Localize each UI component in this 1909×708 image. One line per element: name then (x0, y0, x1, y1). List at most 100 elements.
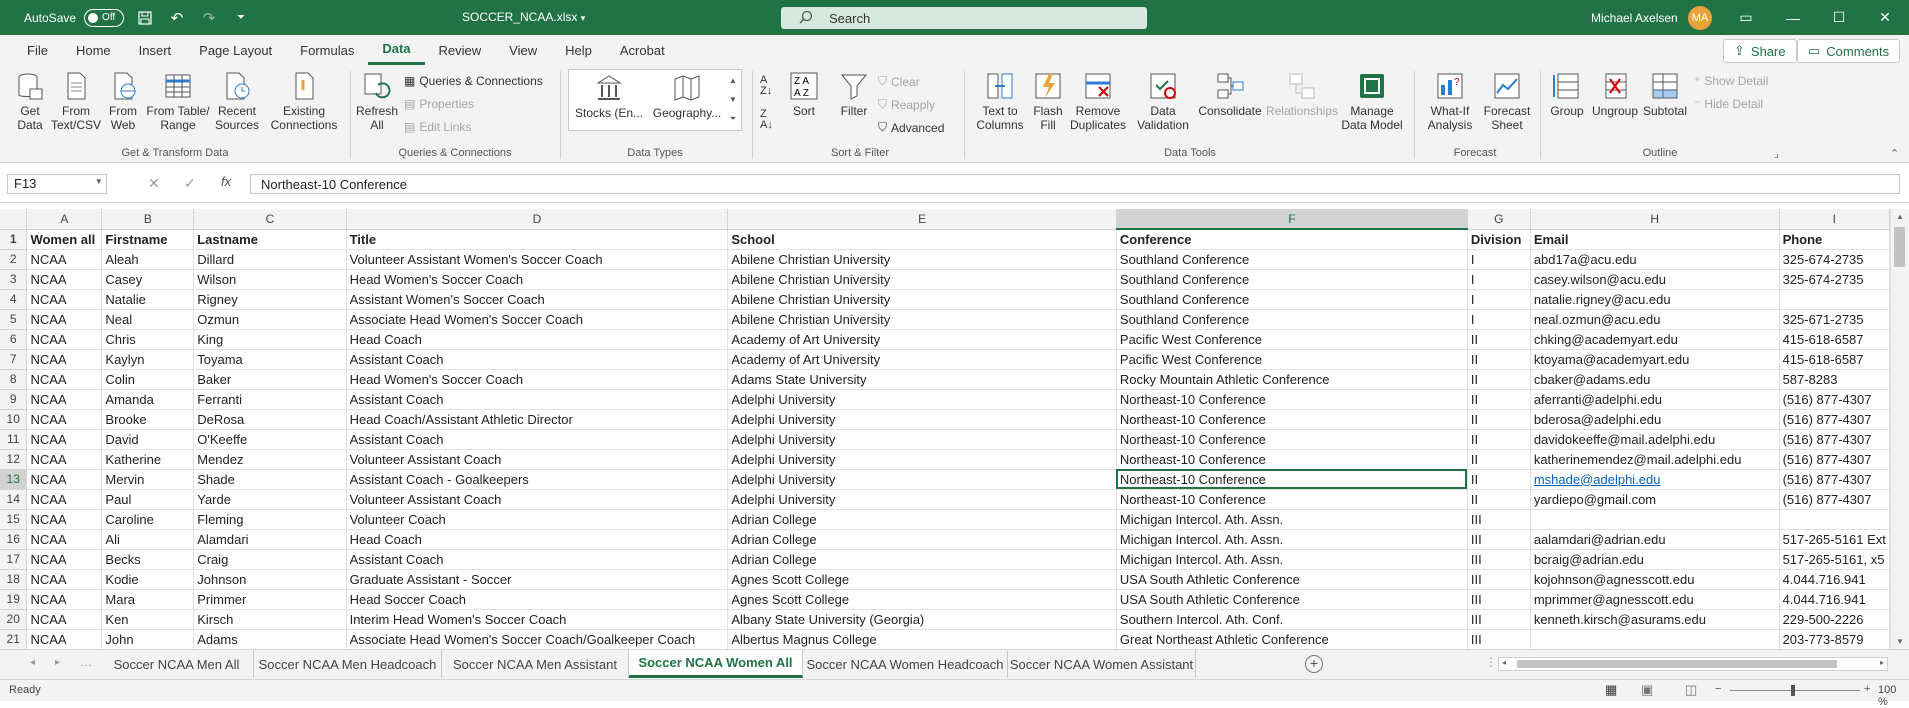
text-to-columns-button[interactable]: Text to Columns (974, 71, 1026, 132)
row-header[interactable]: 5 (0, 309, 28, 330)
ungroup-button[interactable]: Ungroup (1590, 71, 1640, 118)
row-header[interactable]: 13 (0, 469, 28, 490)
dialog-launcher-icon[interactable]: ⌟ (1774, 149, 1779, 160)
cell-e1[interactable]: School (727, 229, 1117, 250)
cell-c15[interactable]: Fleming (193, 509, 347, 530)
cell-f12[interactable]: Northeast-10 Conference (1116, 449, 1468, 470)
user-name[interactable]: Michael Axelsen (1591, 11, 1678, 25)
row-header[interactable]: 9 (0, 389, 28, 410)
cell-a14[interactable]: NCAA (26, 489, 103, 510)
cell-f6[interactable]: Pacific West Conference (1116, 329, 1468, 350)
zoom-level[interactable]: 100 % (1878, 684, 1909, 708)
cell-i9[interactable]: (516) 877-4307 (1779, 389, 1890, 410)
cell-c2[interactable]: Dillard (193, 249, 347, 270)
row-header[interactable]: 18 (0, 569, 28, 590)
cell-f19[interactable]: USA South Athletic Conference (1116, 589, 1468, 610)
scroll-thumb[interactable] (1517, 660, 1837, 668)
cell-e7[interactable]: Academy of Art University (727, 349, 1117, 370)
cell-d8[interactable]: Head Women's Soccer Coach (346, 369, 729, 390)
cell-g16[interactable]: III (1467, 529, 1531, 550)
cell-c9[interactable]: Ferranti (193, 389, 347, 410)
row-header[interactable]: 12 (0, 449, 28, 470)
cell-b4[interactable]: Natalie (101, 289, 195, 310)
gallery-scroll-icon[interactable]: ▲ ▼ ⏷ (727, 71, 739, 129)
cell-f10[interactable]: Northeast-10 Conference (1116, 409, 1468, 430)
cell-g15[interactable]: III (1467, 509, 1531, 530)
page-layout-view-icon[interactable]: ▣ (1641, 682, 1653, 698)
row-header[interactable]: 1 (0, 229, 28, 250)
cell-f3[interactable]: Southland Conference (1116, 269, 1468, 290)
cell-g2[interactable]: I (1467, 249, 1531, 270)
scroll-tabs-left-icon[interactable]: ◂ (30, 657, 35, 668)
cell-i4[interactable] (1779, 289, 1890, 310)
column-header-d[interactable]: D (346, 209, 729, 230)
cell-g1[interactable]: Division (1467, 229, 1531, 250)
cell-g21[interactable]: III (1467, 629, 1531, 649)
cell-f11[interactable]: Northeast-10 Conference (1116, 429, 1468, 450)
cell-b7[interactable]: Kaylyn (101, 349, 195, 370)
cell-h10[interactable]: bderosa@adelphi.edu (1530, 409, 1780, 430)
cell-e5[interactable]: Abilene Christian University (727, 309, 1117, 330)
cell-c12[interactable]: Mendez (193, 449, 347, 470)
column-header-f[interactable]: F (1116, 209, 1468, 230)
cell-b18[interactable]: Kodie (101, 569, 195, 590)
cell-b12[interactable]: Katherine (101, 449, 195, 470)
cell-a20[interactable]: NCAA (26, 609, 103, 630)
cell-b15[interactable]: Caroline (101, 509, 195, 530)
cell-a4[interactable]: NCAA (26, 289, 103, 310)
close-icon[interactable]: ✕ (1862, 0, 1908, 35)
tab-acrobat[interactable]: Acrobat (606, 35, 679, 65)
from-table-range-button[interactable]: From Table/ Range (145, 71, 211, 132)
cell-d18[interactable]: Graduate Assistant - Soccer (346, 569, 729, 590)
cell-f4[interactable]: Southland Conference (1116, 289, 1468, 310)
cell-h5[interactable]: neal.ozmun@acu.edu (1530, 309, 1780, 330)
column-header-a[interactable]: A (26, 209, 103, 230)
cell-c21[interactable]: Adams (193, 629, 347, 649)
more-tabs-icon[interactable]: … (80, 655, 92, 669)
column-header-i[interactable]: I (1779, 209, 1890, 230)
zoom-slider-thumb[interactable] (1791, 685, 1795, 696)
cell-f7[interactable]: Pacific West Conference (1116, 349, 1468, 370)
cell-g9[interactable]: II (1467, 389, 1531, 410)
cell-e11[interactable]: Adelphi University (727, 429, 1117, 450)
scroll-thumb[interactable] (1894, 227, 1905, 267)
cell-a21[interactable]: NCAA (26, 629, 103, 649)
cell-e13[interactable]: Adelphi University (727, 469, 1117, 490)
column-header-b[interactable]: B (101, 209, 195, 230)
cell-a2[interactable]: NCAA (26, 249, 103, 270)
cell-a16[interactable]: NCAA (26, 529, 103, 550)
cell-h20[interactable]: kenneth.kirsch@asurams.edu (1530, 609, 1780, 630)
cell-b6[interactable]: Chris (101, 329, 195, 350)
cell-b13[interactable]: Mervin (101, 469, 195, 490)
cell-c10[interactable]: DeRosa (193, 409, 347, 430)
row-header[interactable]: 10 (0, 409, 28, 430)
cell-g19[interactable]: III (1467, 589, 1531, 610)
cell-i3[interactable]: 325-674-2735 (1779, 269, 1890, 290)
cell-h2[interactable]: abd17a@acu.edu (1530, 249, 1780, 270)
properties-button[interactable]: ▤ Properties (404, 97, 474, 111)
cell-c18[interactable]: Johnson (193, 569, 347, 590)
filter-button[interactable]: Filter (834, 71, 874, 118)
geography-button[interactable]: Geography... (650, 73, 724, 120)
cell-d11[interactable]: Assistant Coach (346, 429, 729, 450)
cell-e3[interactable]: Abilene Christian University (727, 269, 1117, 290)
cell-b19[interactable]: Mara (101, 589, 195, 610)
cell-h11[interactable]: davidokeeffe@mail.adelphi.edu (1530, 429, 1780, 450)
cell-h8[interactable]: cbaker@adams.edu (1530, 369, 1780, 390)
cell-d15[interactable]: Volunteer Coach (346, 509, 729, 530)
cell-b8[interactable]: Colin (101, 369, 195, 390)
enter-icon[interactable]: ✓ (184, 175, 196, 192)
cell-f17[interactable]: Michigan Intercol. Ath. Assn. (1116, 549, 1468, 570)
cell-d12[interactable]: Volunteer Assistant Coach (346, 449, 729, 470)
cell-h9[interactable]: aferranti@adelphi.edu (1530, 389, 1780, 410)
row-header[interactable]: 16 (0, 529, 28, 550)
cell-c6[interactable]: King (193, 329, 347, 350)
row-header[interactable]: 21 (0, 629, 28, 649)
cell-i21[interactable]: 203-773-8579 (1779, 629, 1890, 649)
cell-i20[interactable]: 229-500-2226 (1779, 609, 1890, 630)
cell-i15[interactable] (1779, 509, 1890, 530)
cell-f21[interactable]: Great Northeast Athletic Conference (1116, 629, 1468, 649)
maximize-icon[interactable]: ☐ (1816, 0, 1862, 35)
sort-az-icon[interactable]: A Z↓ (760, 75, 772, 97)
cell-h15[interactable] (1530, 509, 1780, 530)
